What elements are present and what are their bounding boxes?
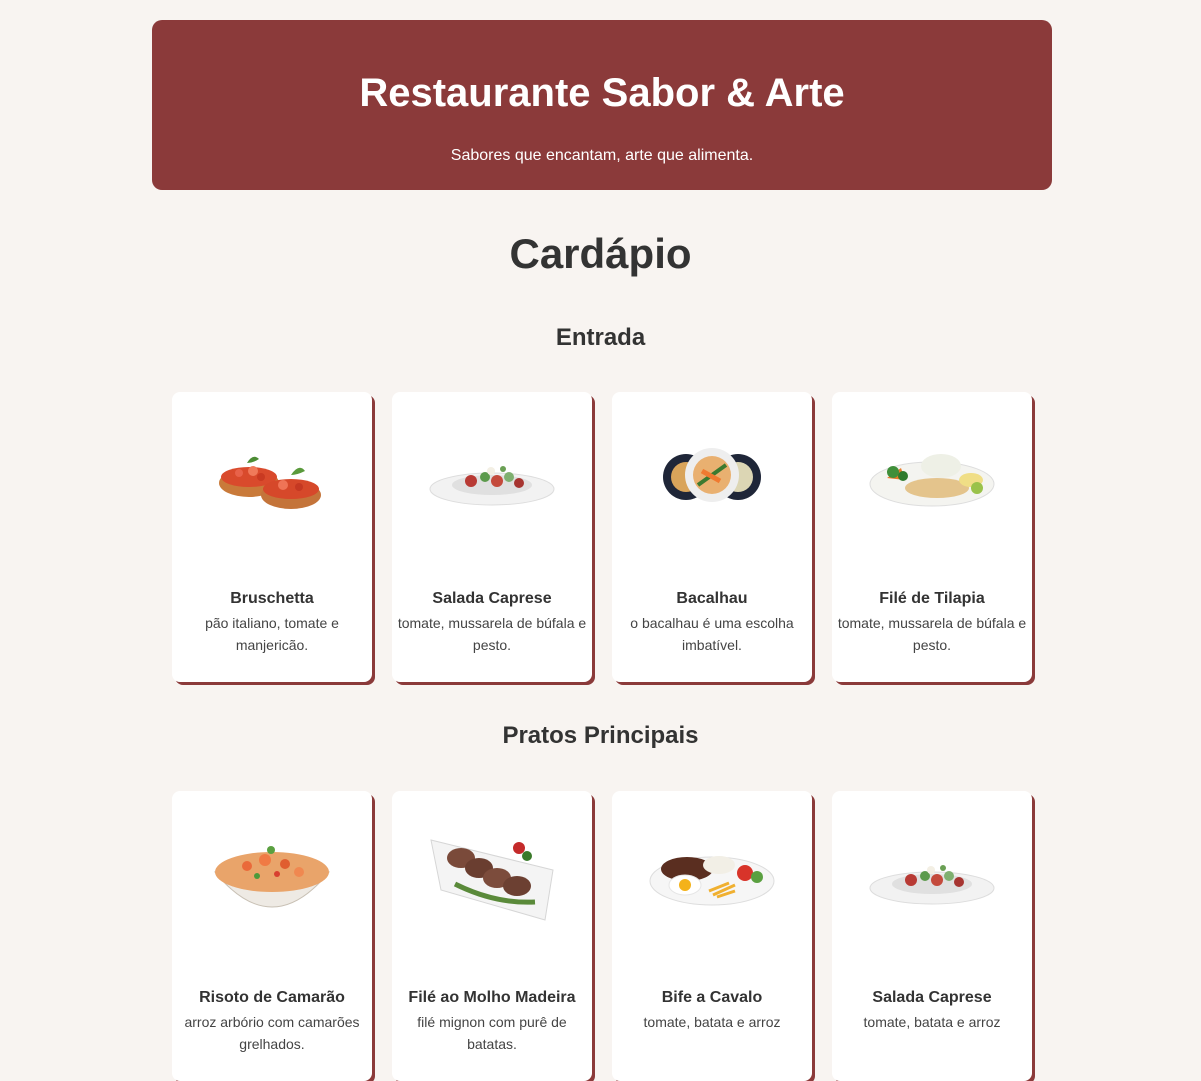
fish-plate-image: [857, 412, 1007, 542]
menu-item-description: tomate, batata e arroz: [643, 1014, 781, 1030]
menu-item-description: pão italiano, tomate e manjericão.: [205, 615, 339, 653]
site-header: Restaurante Sabor & Arte Sabores que enc…: [152, 20, 1052, 190]
restaurant-title: Restaurante Sabor & Arte: [359, 71, 845, 115]
shrimp-risotto-image: [197, 811, 347, 941]
menu-item-description: tomate, batata e arroz: [863, 1014, 1001, 1030]
menu-card-bacalhau[interactable]: Bacalhau o bacalhau é uma escolha imbatí…: [612, 392, 812, 682]
menu-item-name: Filé ao Molho Madeira: [408, 989, 576, 1006]
menu-item-description: filé mignon com purê de batatas.: [417, 1014, 567, 1052]
menu-item-description: tomate, mussarela de búfala e pesto.: [397, 615, 587, 653]
menu-item-name: Salada Caprese: [432, 590, 552, 607]
menu-card-bruschetta[interactable]: Bruschetta pão italiano, tomate e manjer…: [172, 392, 372, 682]
menu-item-name: Risoto de Camarão: [199, 989, 345, 1006]
menu-card-risoto-de-camarao[interactable]: Risoto de Camarão arroz arbório com cama…: [172, 791, 372, 1081]
bruschetta-image: [197, 412, 347, 542]
menu-title: Cardápio: [509, 230, 692, 277]
menu-item-name: Salada Caprese: [872, 989, 992, 1006]
menu-item-name: Bife a Cavalo: [661, 989, 763, 1006]
menu-card-bife-a-cavalo[interactable]: Bife a Cavalo tomate, batata e arroz: [612, 791, 812, 1081]
menu-card-salada-caprese[interactable]: Salada Caprese tomate, mussarela de búfa…: [392, 392, 592, 682]
menu-item-name: Filé de Tilapia: [879, 590, 985, 607]
salad-plate-image: [417, 412, 567, 542]
menu-item-name: Bruschetta: [230, 590, 314, 607]
menu-card-file-ao-molho-madeira[interactable]: Filé ao Molho Madeira filé mignon com pu…: [392, 791, 592, 1081]
pratos-principais-grid: Risoto de Camarão arroz arbório com cama…: [172, 791, 1034, 1081]
steak-egg-plate-image: [637, 811, 787, 941]
menu-card-salada-caprese-principal[interactable]: Salada Caprese tomate, batata e arroz: [832, 791, 1032, 1081]
entrada-grid: Bruschetta pão italiano, tomate e manjer…: [172, 392, 1034, 682]
section-title-pratos-principais: Pratos Principais: [502, 722, 699, 749]
salad-plate-image: [857, 811, 1007, 941]
bacalhau-plates-image: [637, 412, 787, 542]
menu-item-description: o bacalhau é uma escolha imbatível.: [630, 615, 794, 653]
menu-card-file-de-tilapia[interactable]: Filé de Tilapia tomate, mussarela de búf…: [832, 392, 1032, 682]
menu-item-name: Bacalhau: [676, 590, 748, 607]
steak-slices-image: [417, 811, 567, 941]
menu-item-description: tomate, mussarela de búfala e pesto.: [837, 615, 1027, 653]
menu-item-description: arroz arbório com camarões grelhados.: [184, 1014, 360, 1052]
section-title-entrada: Entrada: [555, 324, 646, 351]
restaurant-tagline: Sabores que encantam, arte que alimenta.: [450, 147, 754, 164]
